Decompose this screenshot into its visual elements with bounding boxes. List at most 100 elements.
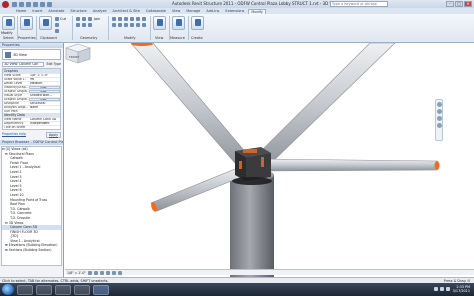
network-icon[interactable] [434,287,438,291]
taskbar-clock[interactable]: 2:33 PM 3/17/2011 [453,285,470,293]
property-value[interactable] [29,126,60,129]
property-value[interactable]: Column Conn 3D [29,118,60,121]
pipe-upper-right[interactable] [252,43,396,170]
copy-element-icon[interactable] [136,17,140,21]
viewcube[interactable]: FRONT [65,43,91,65]
edit-button[interactable]: Edit... [29,90,60,93]
sun-path-icon[interactable] [99,270,104,275]
property-value[interactable]: Medium [29,82,60,85]
properties-filter-dropdown[interactable]: 3D View: Column Con [2,61,45,67]
view-scale[interactable]: 1/8" = 1'-0" [67,271,86,275]
undo-icon[interactable] [26,1,31,7]
taskbar-revit-icon[interactable] [93,284,109,295]
align-icon[interactable] [112,17,116,21]
temporary-hide-icon[interactable] [117,270,122,275]
taskbar-explorer-icon[interactable] [17,284,33,295]
array-icon[interactable] [124,23,128,27]
default-3d-view-icon[interactable] [47,1,52,7]
property-value[interactable] [29,110,60,113]
demolish-icon[interactable] [88,23,92,27]
property-value[interactable]: Shaded with... [29,94,60,97]
3d-viewport[interactable]: FRONT [65,43,474,287]
orbit-icon[interactable] [436,123,442,128]
clock-date: 3/17/2011 [452,289,470,293]
view-control-bar: 1/8" = 1'-0" [65,269,474,275]
cope-icon[interactable] [76,17,80,21]
rotate-icon[interactable] [142,17,146,21]
property-key: Graphic Displa... [4,90,29,93]
title-bar: Autodesk Revit Structure 2011 - ODFW Con… [0,0,474,8]
maximize-button[interactable]: □ [455,1,463,7]
close-button[interactable]: × [464,1,472,7]
mirror-icon[interactable] [124,17,128,21]
redo-icon[interactable] [33,1,38,7]
paint-icon[interactable] [82,23,86,27]
property-key: Scale Value 1: [4,78,26,81]
cut-geometry-icon[interactable] [82,17,86,21]
pipe-right[interactable] [260,158,440,172]
application-menu-button[interactable] [2,0,9,8]
properties-footer: Properties help Apply [2,132,61,138]
properties-button[interactable] [20,16,33,30]
crop-view-icon[interactable] [111,270,116,275]
detail-level-icon[interactable] [87,270,92,275]
match-properties-icon[interactable] [55,29,59,33]
copy-icon[interactable] [55,23,59,27]
open-icon[interactable] [12,1,17,7]
property-row: Visual Style Shaded with... [3,93,60,97]
property-row: Graphic Displa... Edit... [3,89,60,93]
select-panel-caption: Select [3,36,14,40]
edit-type-button[interactable]: Edit Type [46,62,61,66]
properties-help-link[interactable]: Properties help [2,132,26,138]
3d-model-canvas[interactable] [65,43,474,287]
minimize-button[interactable]: – [446,1,454,7]
measure-button[interactable] [172,16,185,30]
taskbar-office-icon[interactable] [74,284,90,295]
join-icon[interactable] [88,17,92,21]
cut-icon[interactable] [55,17,59,21]
offset-icon[interactable] [118,17,122,21]
visual-style-icon[interactable] [93,270,98,275]
trim-icon[interactable] [112,23,116,27]
save-icon[interactable] [19,1,24,7]
scale-icon[interactable] [130,23,134,27]
create-button[interactable] [191,16,204,30]
clipboard-panel-caption: Clipboard [40,36,57,40]
property-value[interactable]: Independent [29,122,60,125]
paste-button[interactable] [39,16,52,30]
zoom-icon[interactable] [436,109,442,114]
search-input[interactable]: Type a keyword or phrase [330,1,388,7]
steering-wheel-icon[interactable] [436,102,442,107]
move-icon[interactable] [130,17,134,21]
split-icon[interactable] [118,23,122,27]
viewcube-face-label: FRONT [69,55,79,59]
ribbon: Modify Select Properties Cut Clipboard J… [0,14,474,43]
property-row: Graphic Displa... Edit... [3,97,60,101]
measure-icon[interactable] [40,1,45,7]
volume-icon[interactable] [440,287,444,291]
taskbar-media-icon[interactable] [55,284,71,295]
edit-button[interactable]: Edit... [29,98,60,101]
pin-icon[interactable] [136,23,140,27]
pan-icon[interactable] [436,116,442,121]
type-selector[interactable]: 3D View [2,49,61,60]
create-panel-caption: Create [191,36,203,40]
taskbar-browser-icon[interactable] [36,284,52,295]
property-value[interactable]: Structural [29,102,60,105]
apply-button[interactable]: Apply [46,132,61,138]
column-connector[interactable] [232,147,272,185]
view-button[interactable] [153,16,166,30]
property-value[interactable]: 1/8" = 1'-0" [29,74,60,77]
shadows-icon[interactable] [105,270,110,275]
pipe-upper-left[interactable] [130,43,254,171]
split-face-icon[interactable] [76,23,80,27]
window-controls: – □ × [446,1,472,7]
start-button[interactable] [2,284,14,295]
property-value[interactable]: 96 [29,78,60,81]
tree-item[interactable]: ⊞ Sections (Building Section) [2,248,61,253]
edit-button[interactable]: Edit... [29,86,60,89]
flag-icon[interactable] [446,287,450,291]
delete-icon[interactable] [142,23,146,27]
property-value[interactable]: None [29,106,60,109]
modify-select-button[interactable] [2,16,15,30]
